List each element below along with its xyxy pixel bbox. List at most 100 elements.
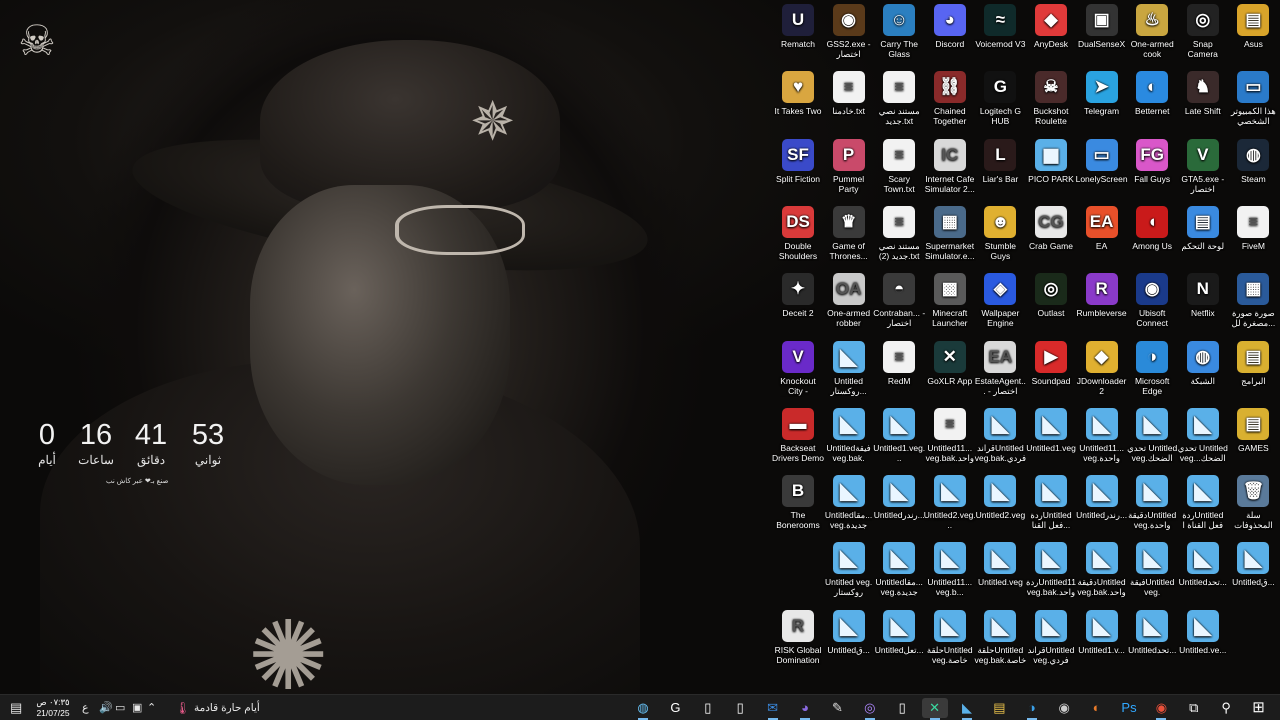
desktop-icon[interactable]: ◣ Untitled1.v... xyxy=(1076,606,1128,672)
goxlr-taskbar-icon[interactable]: ✕ xyxy=(921,698,948,720)
desktop-icon[interactable]: ◣ Untitledرندر... xyxy=(873,471,925,537)
desktop-icon[interactable]: ◣ تحدي Untitled veg.الضحك xyxy=(1126,404,1178,470)
network-icon[interactable]: ▭ xyxy=(115,699,125,717)
desktop-icon[interactable]: ☺ Carry The Glass xyxy=(873,0,925,66)
desktop-icon[interactable]: ◼ PICO PARK xyxy=(1025,135,1077,201)
obs-taskbar-icon[interactable]: ◎ xyxy=(857,698,883,720)
desktop-icon[interactable]: R RISK Global Domination xyxy=(772,606,824,672)
desktop-icon[interactable]: ◣ حلقةUntitled veg.bak.خاصة xyxy=(974,606,1026,672)
desktop-icon[interactable]: ◣ Untitledرندر... xyxy=(1076,471,1128,537)
desktop-icon[interactable]: ▩ Minecraft Launcher xyxy=(924,269,976,335)
desktop-icon[interactable]: ◣دقيقةUntitled veg.bak.واحدة xyxy=(1076,538,1128,604)
desktop-icon[interactable]: ➤ Telegram xyxy=(1076,67,1128,133)
edge-taskbar-icon[interactable]: ◑ xyxy=(1019,698,1045,720)
desktop-icon[interactable]: L Liar's Bar xyxy=(974,135,1026,201)
desktop-icon[interactable]: ☠ Buckshot Roulette xyxy=(1025,67,1077,133)
desktop-icon[interactable]: EA EstateAgent... - اختصار xyxy=(974,337,1026,403)
search-taskbar-icon[interactable]: ⚲ xyxy=(1213,698,1239,718)
desktop-icon[interactable]: ▣ DualSenseX xyxy=(1076,0,1128,66)
desktop-icon[interactable]: ♛ Game of Thrones... xyxy=(823,202,875,268)
desktop-icon[interactable]: U Rematch xyxy=(772,0,824,66)
notepad-taskbar-icon[interactable]: ✎ xyxy=(824,698,850,718)
desktop-icon[interactable]: ♨ One-armed cook xyxy=(1126,0,1178,66)
desktop-icon[interactable]: ◣ Untitled11... veg.واحدة xyxy=(1076,404,1128,470)
desktop-icon[interactable]: ≡ مستند نصي جديد (2).txt xyxy=(873,202,925,268)
desktop-icon[interactable]: ◖ Among Us xyxy=(1126,202,1178,268)
desktop-icon[interactable]: ▤ Asus xyxy=(1227,0,1279,66)
desktop-icon[interactable]: ◣ قراندUntitled veg.فردي xyxy=(1025,606,1077,672)
outlook-taskbar-icon[interactable]: ✉ xyxy=(760,698,786,720)
desktop-icon[interactable]: ◣ Untitledق... xyxy=(1227,538,1279,604)
volume-icon[interactable]: 🔊 xyxy=(99,699,113,717)
desktop-icon[interactable]: 🗑 سلة المحذوفات xyxy=(1227,471,1279,537)
text-file-taskbar-icon[interactable]: ▯ xyxy=(695,698,721,718)
desktop-icon[interactable]: ◐ Betternet xyxy=(1126,67,1178,133)
desktop-icon[interactable]: ◣ Untitledتحد... xyxy=(1126,606,1178,672)
firefox-taskbar-icon[interactable]: ◐ xyxy=(1084,698,1110,718)
photoshop-taskbar-icon[interactable]: Ps xyxy=(1116,698,1142,718)
desktop-icon[interactable]: SF Split Fiction xyxy=(772,135,824,201)
desktop-icon[interactable]: ◉ GSS2.exe - اختصار xyxy=(823,0,875,66)
desktop-icon[interactable]: VKnockout City - Private... xyxy=(772,337,824,403)
desktop-icon[interactable]: FG Fall Guys xyxy=(1126,135,1178,201)
desktop-icon[interactable]: G Logitech G HUB xyxy=(974,67,1026,133)
desktop-icon[interactable]: R Rumbleverse xyxy=(1076,269,1128,335)
desktop-icon[interactable]: ◣ تحدي Untitled veg...الضحك xyxy=(1177,404,1229,470)
desktop-icon[interactable]: ≈ Voicemod V3 xyxy=(974,0,1026,66)
desktop-icon[interactable]: EA EA xyxy=(1076,202,1128,268)
desktop-icon[interactable]: ≡ Scary Town.txt xyxy=(873,135,925,201)
chrome-taskbar-icon[interactable]: ◉ xyxy=(1148,698,1174,720)
desktop-icon[interactable]: ◓ Contraban... - اختصار xyxy=(873,269,925,335)
desktop-icon[interactable]: ◣ردةUntitled11 veg.bak.واحدة xyxy=(1025,538,1077,604)
desktop-icon[interactable]: ◣ Untitledق... xyxy=(823,606,875,672)
desktop-icon[interactable]: ◣ ردةUntitled فعل القنا... xyxy=(1025,471,1077,537)
desktop-icon[interactable]: ▦ صورة صورة مصغرة لل... xyxy=(1227,269,1279,335)
desktop-icon[interactable]: ▤ GAMES xyxy=(1227,404,1279,470)
desktop-icon[interactable]: ≡ FiveM xyxy=(1227,202,1279,268)
desktop-icon[interactable]: ◣ Untitledفيقة veg.bak. xyxy=(823,404,875,470)
discord-bug-taskbar-icon[interactable]: ◕ xyxy=(792,698,818,720)
desktop-icon[interactable]: ✕ GoXLR App xyxy=(924,337,976,403)
desktop-icon[interactable]: DS Double Shoulders xyxy=(772,202,824,268)
desktop-icon[interactable]: ◆ JDownloader 2 xyxy=(1076,337,1128,403)
desktop-icon[interactable]: ▬ Backseat Drivers Demo xyxy=(772,404,824,470)
desktop-icon[interactable]: ◕ Discord xyxy=(924,0,976,66)
input-language-indicator[interactable]: ع xyxy=(82,699,89,717)
taskbar-clock[interactable]: ٠٧:٣٥ ص 21/07/25 xyxy=(30,697,76,719)
text-file-taskbar-icon[interactable]: ▯ xyxy=(727,698,753,718)
desktop-icon[interactable]: ◍ الشبكة xyxy=(1177,337,1229,403)
desktop-icon[interactable]: ✦ Deceit 2 xyxy=(772,269,824,335)
desktop-icon[interactable]: ♞ Late Shift xyxy=(1177,67,1229,133)
desktop-icon[interactable]: ◣ Untitledتحد... xyxy=(1177,538,1229,604)
desktop-icon[interactable]: ◈ Wallpaper Engine xyxy=(974,269,1026,335)
desktop-icon[interactable]: ◣ Untitled1.veg... xyxy=(873,404,925,470)
desktop-icon[interactable]: ≡ RedM xyxy=(873,337,925,403)
start-taskbar-icon[interactable]: ⊞ xyxy=(1246,698,1272,718)
desktop-icon[interactable]: IC Internet Cafe Simulator 2... xyxy=(924,135,976,201)
desktop-icon[interactable]: ♥ It Takes Two xyxy=(772,67,824,133)
desktop-icon[interactable]: ◎ Outlast xyxy=(1025,269,1077,335)
desktop-icon[interactable]: ▦ Supermarket Simulator.e... xyxy=(924,202,976,268)
task-view-taskbar-icon[interactable]: ⧉ xyxy=(1181,698,1207,718)
desktop-icon[interactable]: ◣ Untitledمقا... veg.جديدة xyxy=(823,471,875,537)
desktop-icon[interactable]: ▤ البرامج xyxy=(1227,337,1279,403)
desktop-icon[interactable]: ◣ Untitled veg. روكستار xyxy=(823,538,875,604)
desktop-icon[interactable]: ≡Untitled11... veg.bak.واحدة xyxy=(924,404,976,470)
text-file-taskbar-icon[interactable]: ▯ xyxy=(889,698,915,718)
desktop-icon[interactable]: ◣ Untitled1.veg xyxy=(1025,404,1077,470)
desktop-icon[interactable]: ≡ خادمنا.txt xyxy=(823,67,875,133)
desktop-icon[interactable]: ◣ Untitledتعل... xyxy=(873,606,925,672)
desktop-icon[interactable]: ▤ لوحة التحكم xyxy=(1177,202,1229,268)
desktop-icon[interactable]: ◣ Untitled2.veg xyxy=(974,471,1026,537)
vegas-taskbar-icon[interactable]: ◣ xyxy=(954,698,980,720)
desktop-icon[interactable]: ◍ Steam xyxy=(1227,135,1279,201)
desktop-icon[interactable]: ◣ Untitled روكستار... xyxy=(823,337,875,403)
desktop-icon[interactable]: ◣ Untitled.ve... xyxy=(1177,606,1229,672)
desktop-icon[interactable]: ▶ Soundpad xyxy=(1025,337,1077,403)
desktop-icon[interactable]: ◎ Snap Camera xyxy=(1177,0,1229,66)
steam-taskbar-icon[interactable]: ◍ xyxy=(630,698,656,720)
logitech-g-hub-taskbar-icon[interactable]: G xyxy=(662,698,688,718)
desktop-icon[interactable]: ◣ فيقةUntitled veg. xyxy=(1126,538,1178,604)
desktop-icon[interactable]: N Netflix xyxy=(1177,269,1229,335)
desktop-icon[interactable]: ◣ Untitled2.veg... xyxy=(924,471,976,537)
